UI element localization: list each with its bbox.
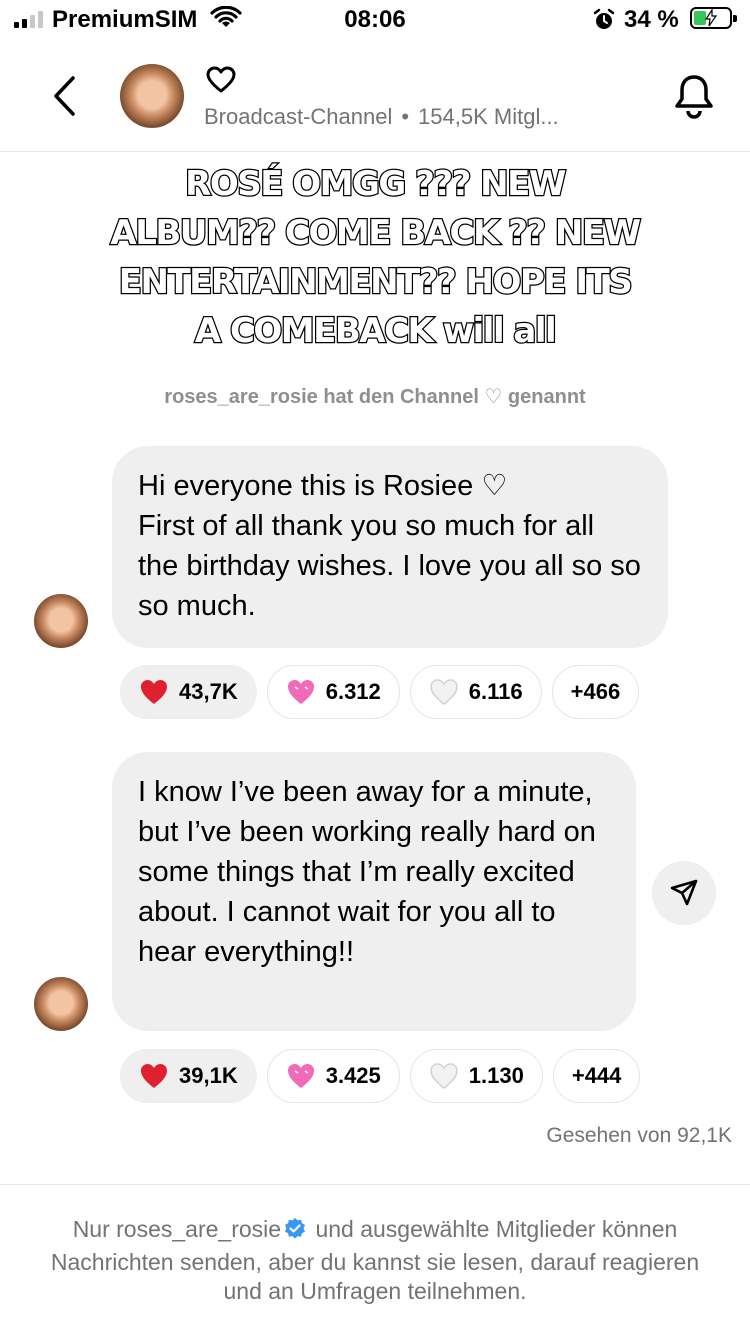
reaction-bar: 39,1K 3.425 1.130 +444	[120, 1049, 641, 1103]
seen-by-count: Gesehen von 92,1K	[546, 1124, 732, 1147]
sender-avatar[interactable]	[34, 977, 88, 1031]
event-username: roses_are_rosie	[164, 386, 318, 408]
message-bubble[interactable]: Hi everyone this is Rosiee ♡ First of al…	[112, 446, 668, 648]
battery-percentage: 34 %	[624, 6, 679, 33]
member-count: 154,5K Mitgl...	[418, 104, 559, 129]
back-chevron-icon	[54, 76, 75, 116]
red-heart-icon	[139, 1061, 169, 1091]
share-paper-plane-icon	[670, 879, 698, 906]
bell-icon	[675, 75, 713, 119]
message-text: Hi everyone this is Rosiee ♡ First of al…	[138, 470, 641, 622]
reaction-white-heart[interactable]: 6.116	[409, 665, 542, 719]
overlay-caption: ROSÉ OMGG ??? NEW ALBUM?? COME BACK ?? N…	[109, 163, 642, 353]
alarm-icon	[592, 8, 616, 37]
channel-type: Broadcast-Channel	[204, 104, 393, 129]
reaction-count: 3.425	[325, 1063, 381, 1088]
reaction-count: 43,7K	[179, 679, 238, 704]
verified-badge-icon	[283, 1217, 307, 1248]
channel-header: Broadcast-Channel • 154,5K Mitgl...	[0, 44, 750, 152]
reaction-count: +466	[570, 679, 621, 704]
footer-notice: Nur roses_are_rosie und ausgewählte Mitg…	[0, 1184, 750, 1334]
status-bar: PremiumSIM 08:06 34 %	[0, 0, 750, 44]
reaction-count: 1.130	[468, 1063, 524, 1088]
footer-text: Nur roses_are_rosie und ausgewählte Mitg…	[40, 1215, 710, 1306]
event-text: hat den Channel ♡ genannt	[323, 386, 586, 408]
reaction-pink-heart[interactable]: 6.312	[266, 665, 400, 719]
footer-prefix: Nur	[72, 1216, 110, 1242]
message-text: I know I’ve been away for a minute, but …	[138, 776, 596, 968]
battery-icon	[690, 7, 737, 29]
notifications-button[interactable]	[668, 70, 720, 122]
reaction-red-heart[interactable]: 43,7K	[120, 665, 257, 719]
reaction-bar: 43,7K 6.312 6.116 +466	[120, 665, 640, 719]
reaction-count: 6.312	[325, 679, 381, 704]
reaction-count: 39,1K	[179, 1063, 238, 1088]
pink-heart-icon	[286, 677, 316, 707]
channel-event-note: roses_are_rosie hat den Channel ♡ genann…	[0, 384, 750, 409]
heart-outline-icon	[206, 66, 236, 99]
reaction-more[interactable]: +466	[551, 665, 640, 719]
reaction-more[interactable]: +444	[552, 1049, 641, 1103]
reaction-red-heart[interactable]: 39,1K	[120, 1049, 257, 1103]
share-button[interactable]	[652, 861, 716, 925]
white-heart-icon	[429, 677, 459, 707]
pink-heart-icon	[286, 1061, 316, 1091]
channel-avatar[interactable]	[120, 64, 184, 128]
reaction-count: +444	[571, 1063, 622, 1088]
separator: •	[401, 104, 410, 129]
white-heart-icon	[429, 1061, 459, 1091]
red-heart-icon	[139, 677, 169, 707]
message-bubble[interactable]: I know I’ve been away for a minute, but …	[112, 752, 636, 1031]
reaction-count: 6.116	[468, 679, 523, 704]
reaction-pink-heart[interactable]: 3.425	[266, 1049, 400, 1103]
reaction-white-heart[interactable]: 1.130	[409, 1049, 543, 1103]
back-button[interactable]	[46, 74, 82, 118]
channel-subtitle[interactable]: Broadcast-Channel • 154,5K Mitgl...	[204, 104, 559, 130]
footer-username[interactable]: roses_are_rosie	[116, 1216, 281, 1242]
sender-avatar[interactable]	[34, 594, 88, 648]
